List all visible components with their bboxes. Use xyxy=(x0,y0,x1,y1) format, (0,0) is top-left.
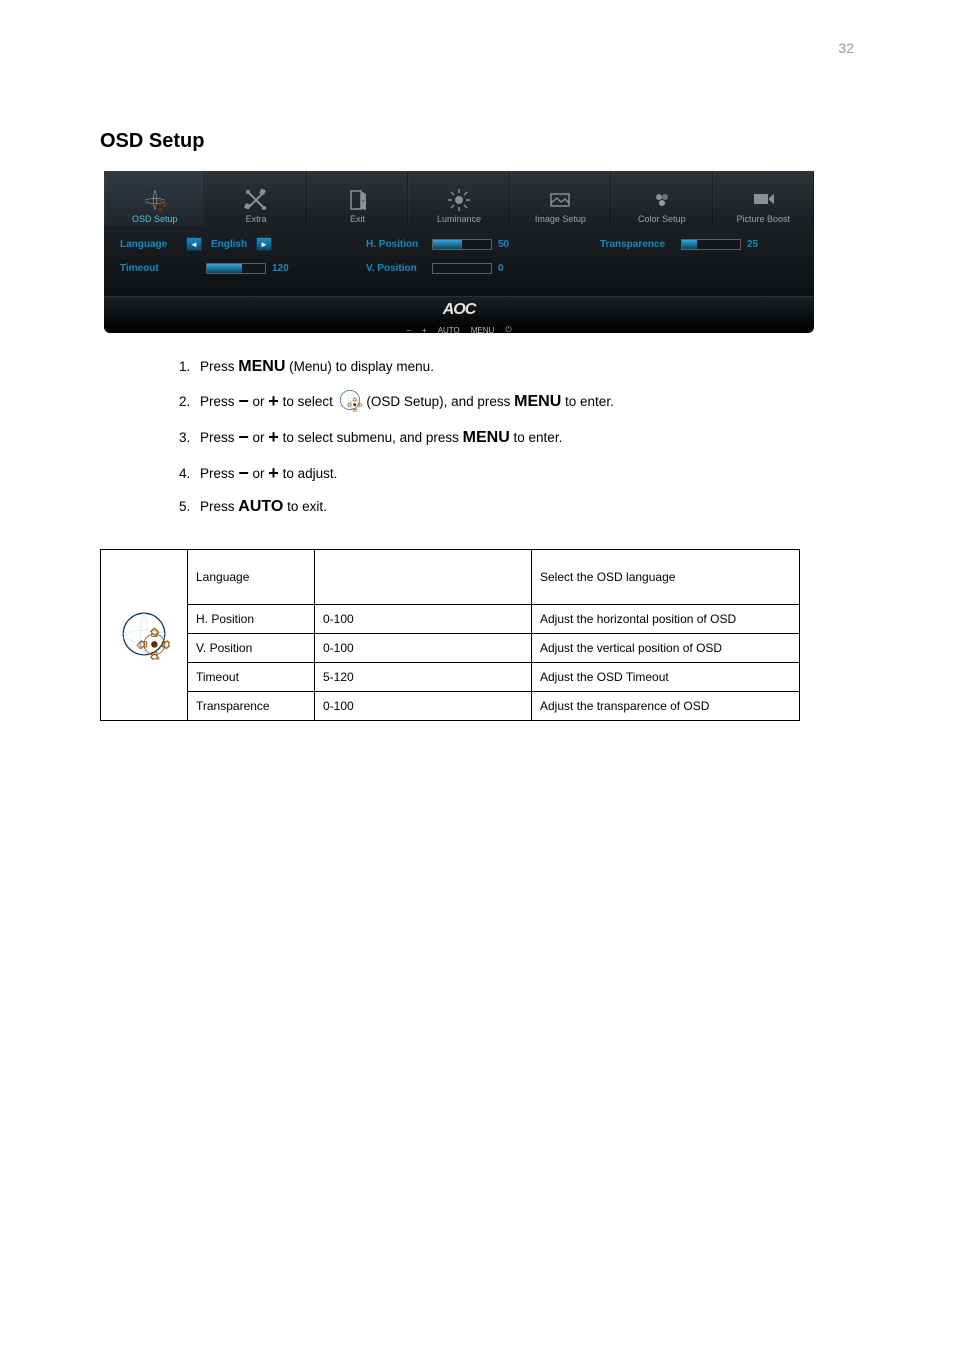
table-icon-cell xyxy=(101,550,188,721)
osd-tab-row: OSD Setup Extra Exit Luminance Image Set… xyxy=(104,171,814,226)
tab-label: Luminance xyxy=(437,214,481,224)
transparence-slider[interactable] xyxy=(681,239,741,250)
image-setup-icon xyxy=(547,188,573,212)
setting-label: Timeout xyxy=(120,263,180,274)
tab-exit[interactable]: Exit xyxy=(307,171,408,226)
language-next-button[interactable]: ► xyxy=(256,237,272,251)
tab-picture-boost[interactable]: Picture Boost xyxy=(713,171,814,226)
tab-label: Color Setup xyxy=(638,214,686,224)
setting-transparence: Transparence 25 xyxy=(600,236,790,252)
tab-extra[interactable]: Extra xyxy=(205,171,306,226)
table-cell-values: 0-100 xyxy=(315,605,532,634)
table-cell-values: 0-100 xyxy=(315,692,532,721)
osd-body: Language ◄ English ► Timeout 120 H. Posi… xyxy=(104,226,814,296)
tab-label: Extra xyxy=(246,214,267,224)
table-cell-values: 5-120 xyxy=(315,663,532,692)
section-title: OSD Setup xyxy=(100,130,854,153)
minus-symbol: − xyxy=(238,427,249,447)
footer-menu-label: MENU xyxy=(471,326,495,334)
tab-label: OSD Setup xyxy=(132,214,178,224)
plus-symbol: + xyxy=(268,391,279,411)
language-value: English xyxy=(208,239,250,250)
table-cell-name: V. Position xyxy=(188,634,315,663)
table-cell-name: Timeout xyxy=(188,663,315,692)
menu-key: MENU xyxy=(238,351,285,383)
sun-icon xyxy=(446,188,472,212)
transparence-value: 25 xyxy=(747,239,771,250)
plus-symbol: + xyxy=(268,427,279,447)
instruction-step: Press − or + to select (OSD Setup), and … xyxy=(194,383,806,419)
vposition-slider[interactable] xyxy=(432,263,492,274)
table-row: Timeout 5-120 Adjust the OSD Timeout xyxy=(101,663,800,692)
timeout-slider[interactable] xyxy=(206,263,266,274)
footer-plus-icon: + xyxy=(422,326,427,334)
setting-label: Transparence xyxy=(600,239,675,250)
osd-footer: AOC − + AUTO MENU ⏻ xyxy=(104,296,814,333)
table-cell-desc: Adjust the vertical position of OSD xyxy=(532,634,800,663)
globe-gear-icon xyxy=(118,608,170,660)
language-prev-button[interactable]: ◄ xyxy=(186,237,202,251)
table-cell-desc: Adjust the OSD Timeout xyxy=(532,663,800,692)
tab-label: Exit xyxy=(350,214,365,224)
tab-label: Image Setup xyxy=(535,214,586,224)
setting-label: H. Position xyxy=(366,239,426,250)
setting-label: V. Position xyxy=(366,263,426,274)
table-cell-values: 0-100 xyxy=(315,634,532,663)
setting-timeout: Timeout 120 xyxy=(120,260,320,276)
tab-label: Picture Boost xyxy=(736,214,790,224)
setting-vposition: V. Position 0 xyxy=(320,260,600,276)
page-number: 32 xyxy=(838,40,854,56)
table-row: Language Select the OSD language xyxy=(101,550,800,605)
instructions: Press MENU (Menu) to display menu. Press… xyxy=(166,351,806,523)
table-cell-name: Transparence xyxy=(188,692,315,721)
footer-power-icon: ⏻ xyxy=(505,325,511,333)
tab-color-setup[interactable]: Color Setup xyxy=(611,171,712,226)
exit-door-icon xyxy=(345,188,371,212)
plus-symbol: + xyxy=(268,463,279,483)
footer-minus-icon: − xyxy=(406,326,411,334)
table-cell-desc: Adjust the transparence of OSD xyxy=(532,692,800,721)
osd-panel: OSD Setup Extra Exit Luminance Image Set… xyxy=(104,171,814,333)
setting-language: Language ◄ English ► xyxy=(120,236,320,252)
hposition-value: 50 xyxy=(498,239,522,250)
table-cell-values xyxy=(315,550,532,605)
table-cell-desc: Select the OSD language xyxy=(532,550,800,605)
setting-hposition: H. Position 50 xyxy=(320,236,600,252)
minus-symbol: − xyxy=(238,391,249,411)
footer-auto-label: AUTO xyxy=(438,326,460,334)
globe-gear-icon xyxy=(337,388,363,412)
color-dots-icon xyxy=(649,188,675,212)
globe-gear-icon xyxy=(142,188,168,212)
instruction-step: Press AUTO to exit. xyxy=(194,491,806,523)
tools-x-icon xyxy=(243,188,269,212)
table-row: V. Position 0-100 Adjust the vertical po… xyxy=(101,634,800,663)
tab-osd-setup[interactable]: OSD Setup xyxy=(104,171,205,226)
brand-logo: AOC xyxy=(443,301,476,319)
picture-boost-icon xyxy=(750,188,776,212)
timeout-value: 120 xyxy=(272,263,296,274)
menu-key: MENU xyxy=(463,422,510,454)
minus-symbol: − xyxy=(238,463,249,483)
settings-table: Language Select the OSD language H. Posi… xyxy=(100,549,800,721)
menu-key: MENU xyxy=(514,386,561,418)
setting-label: Language xyxy=(120,239,180,250)
tab-luminance[interactable]: Luminance xyxy=(408,171,509,226)
tab-image-setup[interactable]: Image Setup xyxy=(510,171,611,226)
table-cell-desc: Adjust the horizontal position of OSD xyxy=(532,605,800,634)
instruction-step: Press − or + to adjust. xyxy=(194,455,806,491)
hposition-slider[interactable] xyxy=(432,239,492,250)
auto-key: AUTO xyxy=(238,491,283,523)
table-cell-name: H. Position xyxy=(188,605,315,634)
table-cell-name: Language xyxy=(188,550,315,605)
instruction-step: Press MENU (Menu) to display menu. xyxy=(194,351,806,383)
table-row: Transparence 0-100 Adjust the transparen… xyxy=(101,692,800,721)
instruction-step: Press − or + to select submenu, and pres… xyxy=(194,419,806,455)
table-row: H. Position 0-100 Adjust the horizontal … xyxy=(101,605,800,634)
vposition-value: 0 xyxy=(498,263,522,274)
